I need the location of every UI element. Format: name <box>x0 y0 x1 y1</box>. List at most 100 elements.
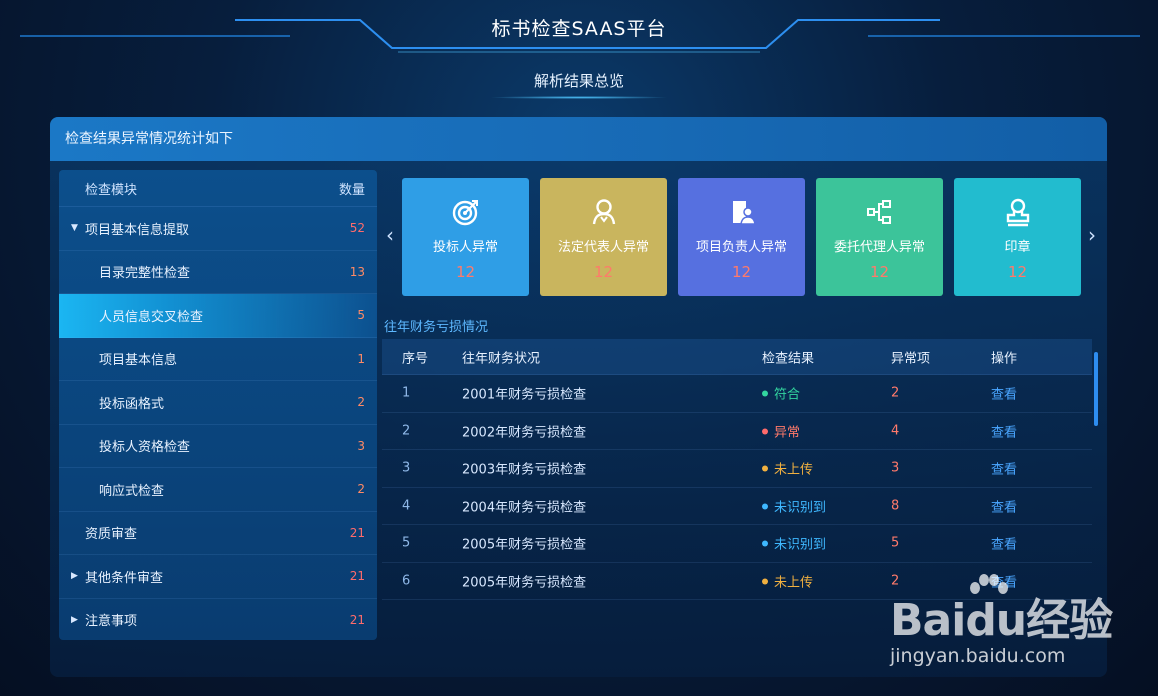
tree-item-label: 其他条件审查 <box>85 570 164 586</box>
watermark-url: jingyan.baidu.com <box>890 645 1066 667</box>
row-name: 2001年财务亏损检查 <box>462 387 587 403</box>
status-dot <box>762 578 768 585</box>
tree-item-label: 注意事项 <box>85 614 138 630</box>
table-row: 4 2004年财务亏损检查 未识别到 8 查看 <box>382 488 1092 525</box>
card-label: 委托代理人异常 <box>833 240 925 255</box>
row-abnormal: 8 <box>891 498 900 514</box>
view-link[interactable]: 查看 <box>991 496 1017 515</box>
tree-item-other-conditions[interactable]: ▶ 其他条件审查 21 <box>59 555 377 599</box>
tree-header-count: 数量 <box>338 182 365 198</box>
row-name: 2005年财务亏损检查 <box>462 537 587 553</box>
id-card-icon <box>678 197 805 227</box>
table-header: 序号 往年财务状况 检查结果 异常项 操作 <box>382 339 1092 375</box>
status-dot <box>762 465 768 472</box>
card-label: 项目负责人异常 <box>695 240 787 255</box>
target-icon <box>402 197 529 227</box>
row-result: 未上传 <box>762 459 813 478</box>
row-abnormal: 5 <box>891 535 900 551</box>
card-stamp[interactable]: 印章 12 <box>954 178 1081 296</box>
tree-item-count: 3 <box>357 438 365 453</box>
module-tree: 检查模块 数量 ▼ 项目基本信息提取 52 目录完整性检查 13 人员信息交叉检查… <box>59 170 377 640</box>
row-result: 异常 <box>762 421 800 440</box>
tree-item-label: 项目基本信息 <box>99 353 178 369</box>
table-scrollbar[interactable] <box>1094 352 1098 426</box>
tree-item-label: 人员信息交叉检查 <box>99 309 204 325</box>
subtitle-underline <box>489 96 669 99</box>
card-value: 12 <box>455 263 476 281</box>
tree-item-label: 投标人资格检查 <box>99 440 191 456</box>
tree-header-module: 检查模块 <box>85 182 138 198</box>
tree-item-count: 13 <box>349 264 365 279</box>
tree-item-bidder-qualification[interactable]: 投标人资格检查 3 <box>59 425 377 468</box>
card-legal-rep-abnormal[interactable]: 法定代表人异常 12 <box>540 178 667 296</box>
tree-item-notes[interactable]: ▶ 注意事项 21 <box>59 599 377 641</box>
card-label: 投标人异常 <box>432 240 498 255</box>
column-header: 往年财务状况 <box>462 351 541 366</box>
finance-table: 序号 往年财务状况 检查结果 异常项 操作 1 2001年财务亏损检查 符合 2… <box>382 339 1092 600</box>
baidu-jingyan-watermark: Baidu经验 jingyan.baidu.com <box>886 570 1136 680</box>
table-row: 5 2005年财务亏损检查 未识别到 5 查看 <box>382 525 1092 563</box>
column-header: 异常项 <box>891 351 931 366</box>
row-index: 3 <box>402 460 411 476</box>
card-value: 12 <box>1007 263 1028 281</box>
card-label: 印章 <box>1004 240 1031 255</box>
tree-item-bid-letter-format[interactable]: 投标函格式 2 <box>59 381 377 425</box>
row-index: 4 <box>402 498 411 514</box>
tree-item-project-info-extract[interactable]: ▼ 项目基本信息提取 52 <box>59 207 377 251</box>
card-label: 法定代表人异常 <box>557 240 649 255</box>
tree-item-count: 5 <box>357 308 365 323</box>
column-header: 操作 <box>991 351 1018 366</box>
tree-item-project-basic-info[interactable]: 项目基本信息 1 <box>59 338 377 381</box>
row-index: 5 <box>402 535 411 551</box>
card-bidder-abnormal[interactable]: 投标人异常 12 <box>402 178 529 296</box>
tree-item-label: 投标函格式 <box>99 396 165 412</box>
tree-item-count: 21 <box>349 525 365 540</box>
tree-item-response-check[interactable]: 响应式检查 2 <box>59 468 377 512</box>
card-project-lead-abnormal[interactable]: 项目负责人异常 12 <box>678 178 805 296</box>
tree-item-count: 2 <box>357 482 365 497</box>
row-result: 未识别到 <box>762 534 826 553</box>
tree-item-label: 资质审查 <box>85 527 138 543</box>
view-link[interactable]: 查看 <box>991 459 1017 478</box>
tree-item-qualification-review[interactable]: 资质审查 21 <box>59 512 377 555</box>
caret-right-icon[interactable]: ▶ <box>71 571 85 581</box>
view-link[interactable]: 查看 <box>991 534 1017 553</box>
tree-item-label: 目录完整性检查 <box>99 266 191 282</box>
tree-item-personnel-cross-check[interactable]: 人员信息交叉检查 5 <box>59 294 377 338</box>
column-header: 序号 <box>402 351 429 366</box>
row-index: 2 <box>402 423 411 439</box>
row-index: 1 <box>402 385 411 401</box>
chevron-right-icon[interactable]: › <box>1085 223 1099 247</box>
caret-right-icon[interactable]: ▶ <box>71 615 85 625</box>
row-abnormal: 3 <box>891 460 900 476</box>
table-row: 3 2003年财务亏损检查 未上传 3 查看 <box>382 450 1092 488</box>
tree-item-label: 响应式检查 <box>99 483 165 499</box>
row-result: 未上传 <box>762 571 813 590</box>
status-dot <box>762 540 768 547</box>
card-value: 12 <box>731 263 752 281</box>
view-link[interactable]: 查看 <box>991 384 1017 403</box>
row-result: 未识别到 <box>762 496 826 515</box>
column-header: 检查结果 <box>762 351 815 366</box>
caret-down-icon[interactable]: ▼ <box>71 223 85 233</box>
chevron-left-icon[interactable]: ‹ <box>383 223 397 247</box>
tree-item-label: 项目基本信息提取 <box>85 222 190 238</box>
tree-item-count: 21 <box>349 569 365 584</box>
row-name: 2002年财务亏损检查 <box>462 425 587 441</box>
card-value: 12 <box>593 263 614 281</box>
view-link[interactable]: 查看 <box>991 421 1017 440</box>
card-value: 12 <box>869 263 890 281</box>
network-icon <box>816 197 943 227</box>
tree-item-catalog-check[interactable]: 目录完整性检查 13 <box>59 251 377 294</box>
row-abnormal: 2 <box>891 385 900 401</box>
status-dot <box>762 503 768 510</box>
status-dot <box>762 428 768 435</box>
person-icon <box>540 197 667 227</box>
paw-icon <box>966 574 1012 618</box>
app-title: 标书检查SAAS平台 <box>491 18 667 40</box>
card-agent-abnormal[interactable]: 委托代理人异常 12 <box>816 178 943 296</box>
status-dot <box>762 390 768 397</box>
table-row: 1 2001年财务亏损检查 符合 2 查看 <box>382 375 1092 413</box>
row-name: 2005年财务亏损检查 <box>462 575 587 591</box>
page-subtitle: 解析结果总览 <box>533 72 624 90</box>
